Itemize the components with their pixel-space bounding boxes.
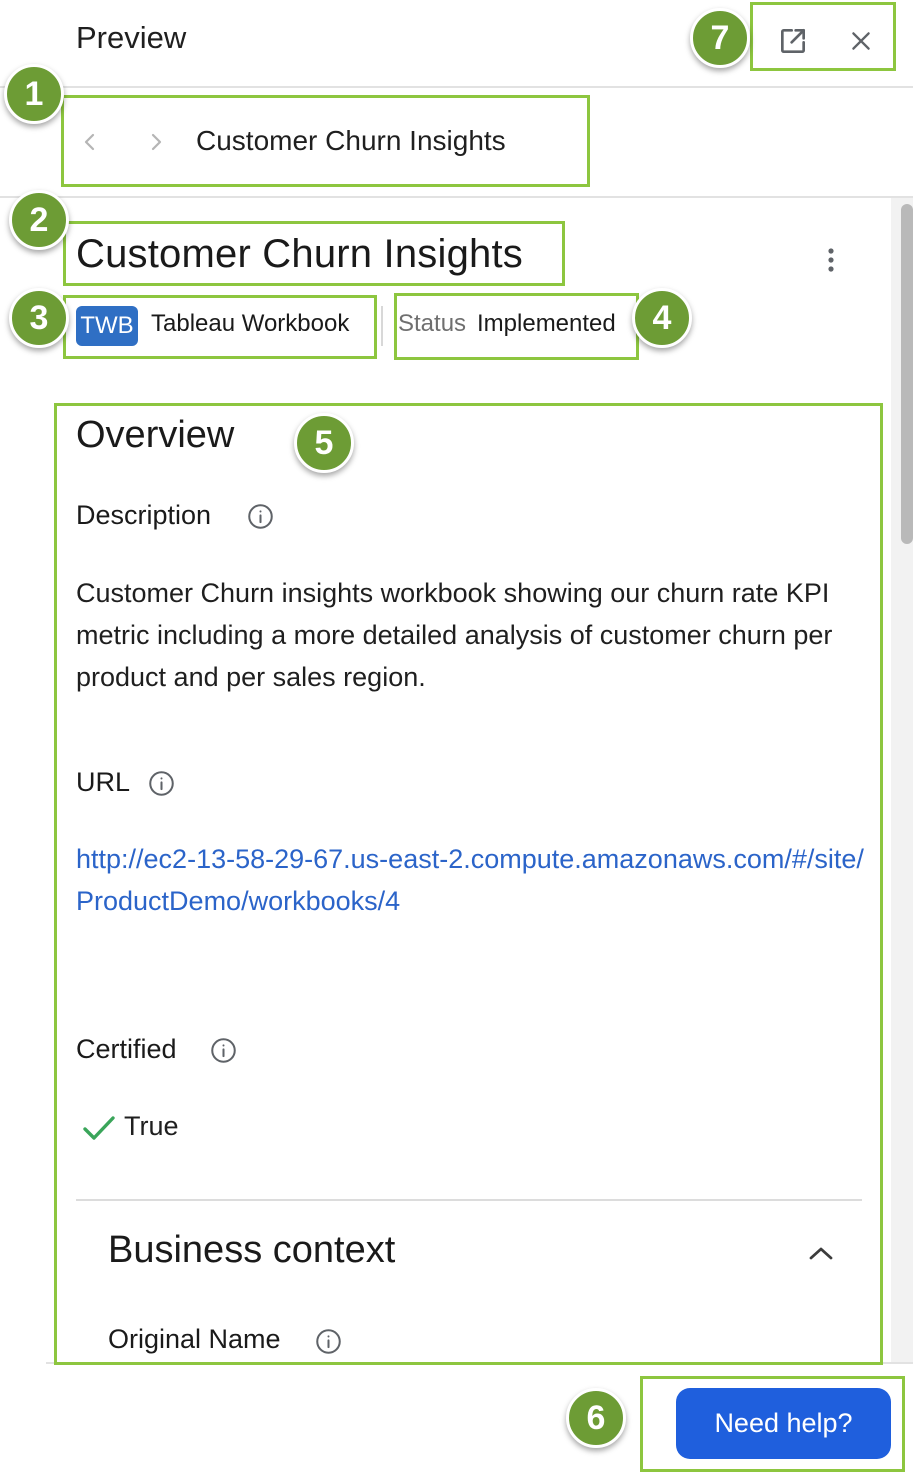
callout-badge-1: 1: [4, 64, 64, 124]
highlight-box-4: [394, 293, 639, 360]
highlight-box-7: [750, 2, 896, 71]
highlight-box-3: [63, 295, 377, 359]
scrollbar-thumb[interactable]: [901, 204, 913, 544]
highlight-box-6: [640, 1376, 905, 1472]
highlight-box-5: [54, 403, 883, 1365]
callout-badge-3: 3: [9, 288, 69, 348]
callout-badge-4: 4: [632, 288, 692, 348]
highlight-box-1: [61, 95, 590, 187]
more-vertical-icon: [828, 248, 834, 272]
meta-separator: [381, 306, 383, 346]
callout-badge-5: 5: [294, 413, 354, 473]
highlight-box-2: [63, 221, 565, 286]
panel-title: Preview: [76, 20, 187, 55]
more-options-button[interactable]: [814, 242, 848, 278]
callout-badge-2: 2: [9, 190, 69, 250]
callout-badge-7: 7: [690, 8, 750, 68]
callout-badge-6: 6: [566, 1388, 626, 1448]
header-divider: [0, 86, 913, 88]
nav-divider: [0, 196, 913, 198]
